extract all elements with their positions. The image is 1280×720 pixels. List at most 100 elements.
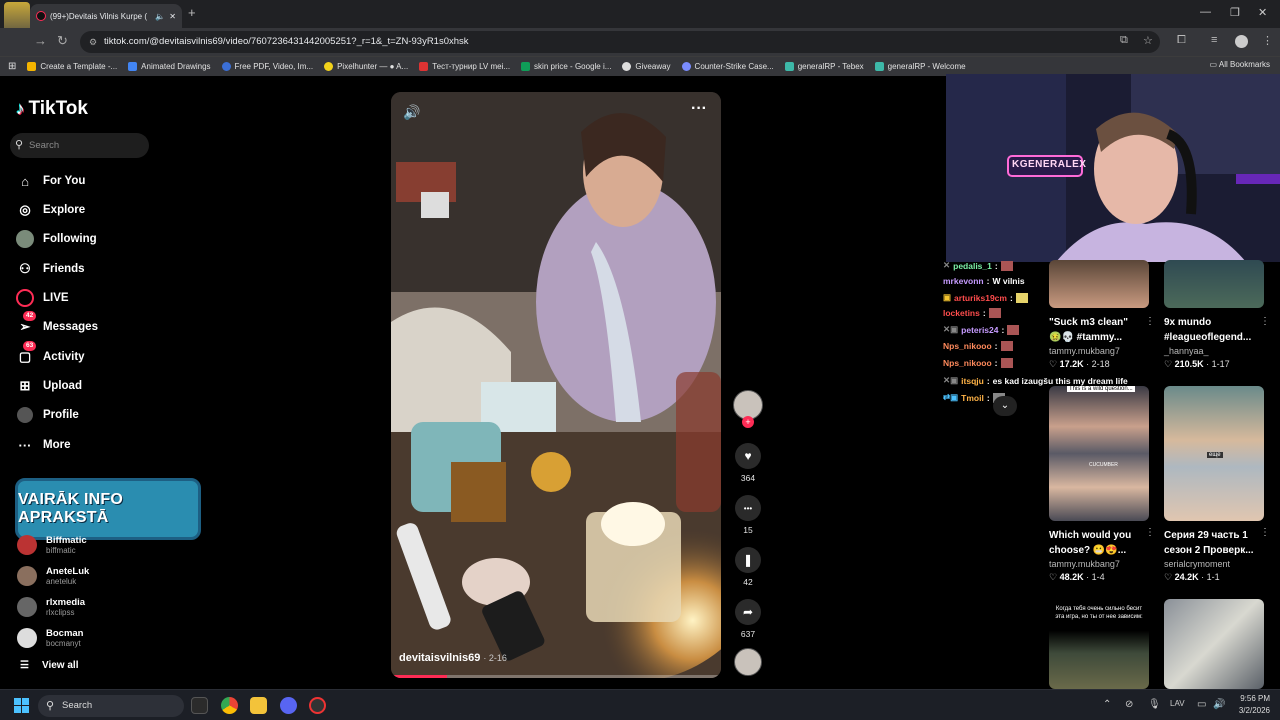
suggested-video-card[interactable]: 9x mundo #leagueoflegend... _hannyaa_ ♡ … xyxy=(1164,260,1270,370)
share-count: 637 xyxy=(740,629,756,639)
bookmark-item[interactable]: Counter-Strike Case... xyxy=(681,62,774,71)
chrome-icon[interactable] xyxy=(221,697,238,714)
video-account: tammy.mukbang7 xyxy=(1049,559,1120,569)
tab-title: (99+)Devitais Vilnis Kurpe ( xyxy=(50,11,148,21)
maximize-icon[interactable]: ❐ xyxy=(1230,6,1240,19)
nav-messages[interactable]: ➢ 42 Messages xyxy=(16,311,98,338)
search-input[interactable]: ⚲ Search xyxy=(10,133,149,158)
nav-live[interactable]: LIVE xyxy=(16,287,69,309)
tiktok-favicon-icon xyxy=(36,11,46,21)
comment-count: 15 xyxy=(743,525,753,535)
media-icon[interactable]: ≡ xyxy=(1211,34,1217,46)
bookmark-item[interactable]: Free PDF, Video, Im... xyxy=(221,62,313,71)
bookmark-item[interactable]: generalRP - Tebex xyxy=(784,62,864,71)
volume-icon[interactable]: 🔊 xyxy=(403,104,420,121)
video-thumbnail: Когда тебя очень сильно бесит эта игра, … xyxy=(1049,599,1149,689)
discord-icon[interactable] xyxy=(280,697,297,714)
emote-icon xyxy=(988,308,1001,318)
suggested-video-card[interactable]: This is a wild question... CUCUMBER Whic… xyxy=(1049,386,1155,583)
bookmark-favicon-icon xyxy=(874,62,884,71)
video-stats: ♡ 24.2K · 1-1 xyxy=(1164,572,1220,582)
more-options-icon[interactable]: ⋮ xyxy=(1145,316,1155,327)
following-account[interactable]: AneteLuk aneteluk xyxy=(17,562,89,590)
tab-close-icon[interactable]: ✕ xyxy=(169,12,176,21)
menu-dots-icon[interactable]: ⋮ xyxy=(1262,34,1273,47)
share-button[interactable]: ➦ 637 xyxy=(735,599,761,639)
more-options-icon[interactable]: ⋮ xyxy=(1260,527,1270,538)
apps-icon[interactable]: ⊞ xyxy=(8,61,16,72)
tab-audio-icon[interactable]: 🔈 xyxy=(155,12,165,21)
bookmark-item[interactable]: Giveaway xyxy=(622,62,671,71)
following-account[interactable]: rlxmedia rlxclipss xyxy=(17,593,85,621)
comment-button[interactable]: ••• 15 xyxy=(735,495,761,535)
video-title-line2: 🤢💀 #tammy... xyxy=(1049,332,1123,343)
bookmark-item[interactable]: skin price - Google i... xyxy=(521,62,611,71)
task-view-icon[interactable] xyxy=(191,697,208,714)
star-icon[interactable]: ☆ xyxy=(1143,34,1153,47)
nav-more[interactable]: ··· More xyxy=(16,434,71,456)
bookmark-favicon-icon xyxy=(419,62,429,71)
site-info-icon[interactable]: ⚙ xyxy=(89,31,97,53)
following-account[interactable]: Biffmatic biffmatic xyxy=(17,531,87,559)
suggested-video-card[interactable]: "Suck m3 clean" 🤢💀 #tammy... tammy.mukba… xyxy=(1049,260,1155,370)
taskbar-search-input[interactable]: ⚲ Search xyxy=(38,695,184,717)
url-field[interactable]: ⚙ tiktok.com/@devitaisvilnis69/video/760… xyxy=(80,31,1160,53)
bookmark-item[interactable]: Animated Drawings xyxy=(128,62,211,71)
microphone-icon[interactable]: 🎙 xyxy=(1148,699,1161,710)
video-title: Серия 29 часть 1 xyxy=(1164,530,1248,541)
heart-outline-icon: ♡ xyxy=(1049,572,1060,582)
bookmark-item[interactable]: Pixelhunter — ● A... xyxy=(324,62,408,71)
nav-for-you[interactable]: ⌂ For You xyxy=(16,170,85,192)
tray-chevron-icon[interactable]: ⌃ xyxy=(1103,699,1111,710)
nav-following[interactable]: Following xyxy=(16,228,97,250)
bookmark-item[interactable]: Create a Template -... xyxy=(27,62,117,71)
obs-icon[interactable] xyxy=(309,697,326,714)
cast-icon[interactable]: ⧉ xyxy=(1120,34,1128,47)
file-explorer-icon[interactable] xyxy=(250,697,267,714)
suggested-video-card[interactable] xyxy=(1164,599,1264,689)
sound-avatar[interactable] xyxy=(734,648,762,676)
extensions-icon[interactable]: ⧠ xyxy=(1177,34,1186,47)
nav-friends[interactable]: ⚇ Friends xyxy=(16,258,84,280)
save-button[interactable]: ❚ 42 xyxy=(735,547,761,587)
windows-start-icon[interactable] xyxy=(14,698,29,713)
reload-icon[interactable]: ↻ xyxy=(57,33,68,49)
monitor-icon[interactable]: ▭ xyxy=(1197,699,1206,710)
url-text: tiktok.com/@devitaisvilnis69/video/76072… xyxy=(104,36,469,47)
profile-avatar[interactable] xyxy=(1235,35,1248,48)
volume-icon[interactable]: 🔊 xyxy=(1213,699,1225,710)
chevron-down-icon[interactable]: ⌄ xyxy=(993,396,1017,416)
messages-icon: ➢ 42 xyxy=(16,311,37,336)
video-author[interactable]: devitaisvilnis69 · 2-16 xyxy=(399,652,507,664)
suggested-video-card[interactable]: Когда тебя очень сильно бесит эта игра, … xyxy=(1049,599,1149,689)
tiktok-logo[interactable]: ♪ TikTok xyxy=(16,98,88,120)
avatar xyxy=(17,597,37,617)
all-bookmarks-button[interactable]: ▭ All Bookmarks xyxy=(1210,60,1270,69)
bookmark-item[interactable]: Тест-турнир LV mei... xyxy=(419,62,510,71)
more-options-icon[interactable]: ··· xyxy=(691,100,707,118)
nav-upload[interactable]: ⊞ Upload xyxy=(16,375,82,397)
like-button[interactable]: ♥ 364 xyxy=(735,443,761,483)
close-window-icon[interactable]: ✕ xyxy=(1258,6,1267,19)
view-all-button[interactable]: ☰ View all xyxy=(20,660,78,671)
forward-icon[interactable]: → xyxy=(34,33,47,48)
nav-profile[interactable]: Profile xyxy=(16,404,79,426)
cam-neon-sign: KGENERALEX xyxy=(1012,159,1087,170)
follow-plus-icon[interactable]: + xyxy=(742,416,754,428)
nav-explore[interactable]: ◎ Explore xyxy=(16,199,85,221)
chat-badge-icon: ✕ xyxy=(943,260,951,270)
video-player[interactable]: 🔊 ··· devitaisvilnis69 · 2-16 xyxy=(391,92,721,678)
minimize-icon[interactable]: — xyxy=(1200,6,1211,18)
clock[interactable]: 9:56 PM 3/2/2026 xyxy=(1239,693,1270,717)
language-indicator[interactable]: LAV xyxy=(1170,699,1185,708)
bookmark-item[interactable]: generalRP - Welcome xyxy=(874,62,966,71)
more-options-icon[interactable]: ⋮ xyxy=(1260,316,1270,327)
browser-tab[interactable]: (99+)Devitais Vilnis Kurpe ( 🔈 ✕ xyxy=(30,4,182,28)
more-options-icon[interactable]: ⋮ xyxy=(1145,527,1155,538)
nav-activity[interactable]: ▢ 63 Activity xyxy=(16,341,85,368)
network-off-icon[interactable]: ⊘ xyxy=(1125,699,1133,710)
suggested-video-card[interactable]: еще Серия 29 часть 1 сезон 2 Проверк... … xyxy=(1164,386,1270,583)
following-account[interactable]: Bocman bocmanyt xyxy=(17,624,83,652)
new-tab-button[interactable]: + xyxy=(188,5,196,20)
video-progress-bar[interactable] xyxy=(391,675,721,678)
